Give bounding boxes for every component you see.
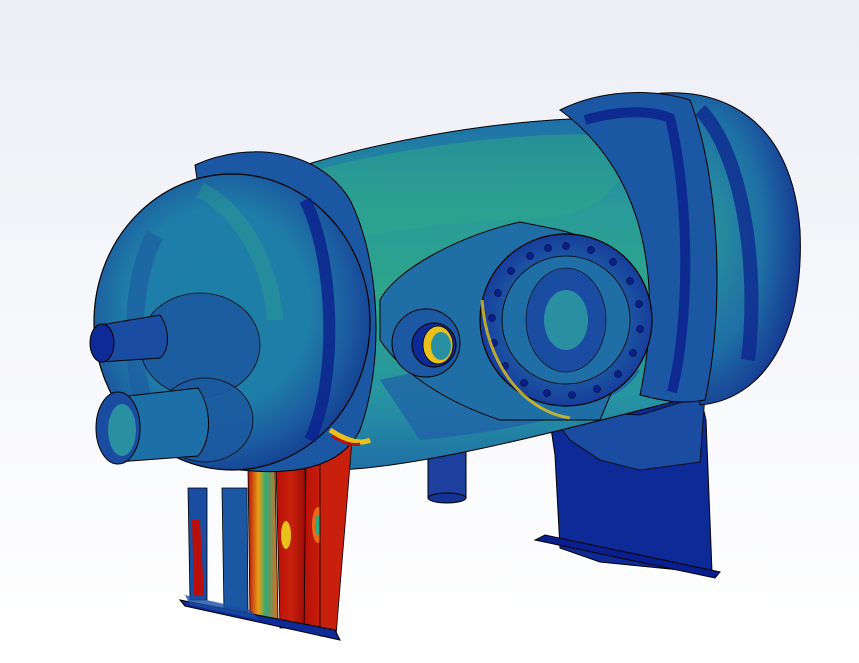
cad-viewport[interactable]: [0, 0, 859, 663]
fea-model-render: [89, 92, 801, 641]
